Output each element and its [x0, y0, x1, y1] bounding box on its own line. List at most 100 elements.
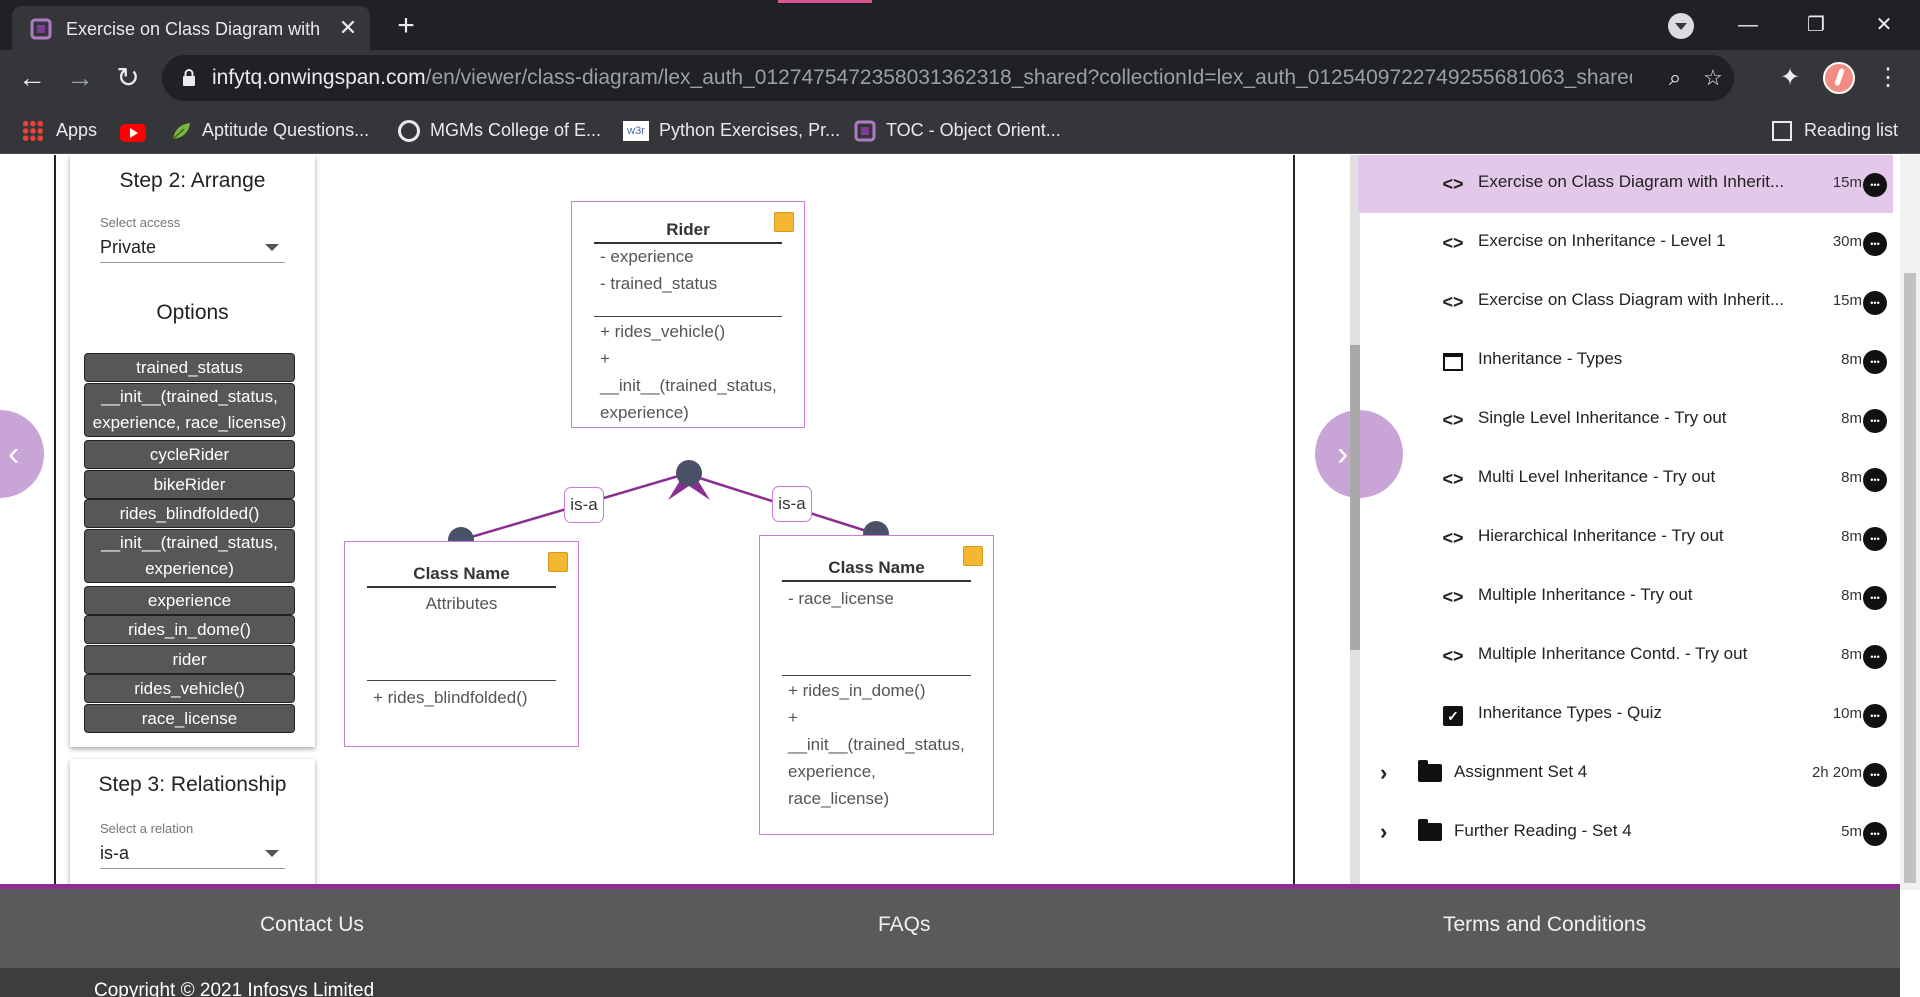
code-icon: <>: [1442, 528, 1464, 548]
bookmark-aptitude[interactable]: Aptitude Questions...: [170, 116, 369, 144]
copyright-bar: Copyright © 2021 Infosys Limited: [0, 968, 1900, 997]
course-folder[interactable]: › Further Reading - Set 4 5m: [1358, 804, 1893, 862]
browser-tab[interactable]: Exercise on Class Diagram with Inheritan…: [12, 6, 370, 50]
contact-us-link[interactable]: Contact Us: [260, 913, 364, 937]
class-name: Rider: [666, 220, 710, 239]
more-options-icon[interactable]: [1863, 350, 1887, 374]
more-options-icon[interactable]: [1863, 822, 1887, 846]
course-item-label: Multiple Inheritance Contd. - Try out: [1478, 644, 1748, 663]
method-line: __init__(trained_status,: [788, 735, 965, 754]
bookmark-label: Aptitude Questions...: [202, 120, 370, 140]
course-item-label: Multi Level Inheritance - Try out: [1478, 467, 1716, 486]
more-options-icon[interactable]: [1863, 645, 1887, 669]
reload-icon[interactable]: ↻: [110, 60, 146, 96]
more-options-icon[interactable]: [1863, 586, 1887, 610]
course-item-label: Assignment Set 4: [1454, 762, 1588, 781]
back-icon[interactable]: ←: [14, 60, 50, 96]
course-item[interactable]: <> Multi Level Inheritance - Try out 8m: [1358, 450, 1893, 508]
more-options-icon[interactable]: [1863, 291, 1887, 315]
url-text: infytq.onwingspan.com/en/viewer/class-di…: [212, 66, 1632, 90]
course-item[interactable]: Inheritance - Types 8m: [1358, 332, 1893, 390]
code-icon: <>: [1442, 646, 1464, 666]
class-divider: [782, 580, 971, 582]
browser-toolbar: ← → ↻ infytq.onwingspan.com/en/viewer/cl…: [0, 50, 1920, 106]
course-item[interactable]: <> Exercise on Inheritance - Level 1 30m: [1358, 214, 1893, 272]
more-options-icon[interactable]: [1863, 763, 1887, 787]
profile-avatar[interactable]: [1823, 62, 1855, 94]
more-options-icon[interactable]: [1863, 527, 1887, 551]
url-host: infytq.onwingspan.com: [212, 66, 426, 89]
attributes-placeholder: Attributes: [425, 594, 498, 613]
rider-class-box[interactable]: Rider - experience - trained_status + ri…: [571, 201, 805, 428]
course-item-duration: 2h 20m: [1811, 764, 1862, 781]
more-options-icon[interactable]: [1863, 468, 1887, 492]
chevron-right-icon[interactable]: ›: [1380, 760, 1400, 786]
tab-search-icon[interactable]: [1668, 13, 1694, 39]
right-class-box[interactable]: Class Name - race_license + rides_in_dom…: [759, 535, 994, 835]
bookmark-toc[interactable]: TOC - Object Orient...: [854, 116, 1061, 144]
course-item-duration: 8m: [1841, 351, 1862, 368]
course-item-duration: 15m: [1832, 292, 1862, 309]
method-line: __init__(trained_status,: [600, 376, 777, 395]
forward-icon[interactable]: →: [62, 60, 98, 96]
more-options-icon[interactable]: [1863, 232, 1887, 256]
method-line: + rides_in_dome(): [788, 681, 926, 700]
bookmark-youtube[interactable]: [120, 118, 146, 146]
w3schools-icon: w3r: [623, 121, 649, 142]
more-options-icon[interactable]: [1863, 409, 1887, 433]
zoom-icon[interactable]: ⌕: [1660, 63, 1690, 93]
terms-link[interactable]: Terms and Conditions: [1443, 913, 1646, 937]
tab-title: Exercise on Class Diagram with Inheritan…: [66, 19, 321, 39]
bookmark-python[interactable]: w3r Python Exercises, Pr...: [623, 116, 840, 144]
course-item[interactable]: <> Hierarchical Inheritance - Try out 8m: [1358, 509, 1893, 567]
chevron-right-icon[interactable]: ›: [1380, 819, 1400, 845]
class-divider: [367, 586, 556, 588]
reading-list-button[interactable]: Reading list: [1772, 116, 1898, 144]
relation-label-left[interactable]: is-a: [564, 487, 604, 523]
course-item[interactable]: <> Single Level Inheritance - Try out 8m: [1358, 391, 1893, 449]
code-icon: <>: [1442, 233, 1464, 253]
page-scrollbar-thumb[interactable]: [1904, 273, 1916, 883]
browser-menu-icon[interactable]: ⋮: [1870, 60, 1906, 96]
method-line: + rides_vehicle(): [600, 322, 726, 341]
course-item-duration: 8m: [1841, 587, 1862, 604]
page-scrollbar[interactable]: [1900, 155, 1920, 890]
more-options-icon[interactable]: [1863, 704, 1887, 728]
course-folder[interactable]: › Assignment Set 4 2h 20m: [1358, 745, 1893, 803]
class-name: Class Name: [413, 564, 510, 583]
extensions-puzzle-icon[interactable]: ✦: [1772, 60, 1808, 96]
relation-label-right[interactable]: is-a: [772, 486, 812, 522]
method-line: race_license): [788, 789, 890, 808]
course-item[interactable]: <> Exercise on Class Diagram with Inheri…: [1358, 273, 1893, 331]
course-item-active[interactable]: <> Exercise on Class Diagram with Inheri…: [1358, 155, 1893, 213]
method-line: experience): [600, 403, 689, 422]
bookmark-mgms[interactable]: MGMs College of E...: [398, 116, 601, 144]
course-item-duration: 5m: [1841, 823, 1862, 840]
main-content: Step 2: Arrange Select access Private Op…: [0, 155, 1920, 890]
course-item-label: Exercise on Inheritance - Level 1: [1478, 231, 1726, 250]
minimize-icon[interactable]: —: [1728, 8, 1768, 42]
code-icon: <>: [1442, 587, 1464, 607]
faqs-link[interactable]: FAQs: [878, 913, 931, 937]
address-bar[interactable]: infytq.onwingspan.com/en/viewer/class-di…: [162, 55, 1734, 101]
restore-icon[interactable]: ❐: [1796, 8, 1836, 42]
left-class-box[interactable]: Class Name Attributes + rides_blindfolde…: [344, 541, 579, 747]
code-icon: <>: [1442, 292, 1464, 312]
class-divider: [594, 242, 782, 244]
code-icon: <>: [1442, 469, 1464, 489]
close-window-icon[interactable]: ✕: [1864, 8, 1904, 42]
course-item[interactable]: <> Multiple Inheritance - Try out 8m: [1358, 568, 1893, 626]
method-line: + rides_blindfolded(): [373, 688, 528, 707]
bookmark-apps[interactable]: Apps: [22, 116, 97, 144]
new-tab-icon[interactable]: +: [390, 10, 422, 42]
course-item-label: Single Level Inheritance - Try out: [1478, 408, 1727, 427]
bookmark-star-icon[interactable]: ☆: [1698, 63, 1728, 93]
window-icon: [1440, 348, 1466, 374]
more-options-icon[interactable]: [1863, 173, 1887, 197]
method-line: +: [600, 349, 610, 368]
reading-list-label: Reading list: [1804, 120, 1899, 140]
close-tab-icon[interactable]: ✕: [334, 14, 362, 42]
code-icon: <>: [1442, 174, 1464, 194]
course-item[interactable]: ✓ Inheritance Types - Quiz 10m: [1358, 686, 1893, 744]
course-item[interactable]: <> Multiple Inheritance Contd. - Try out…: [1358, 627, 1893, 685]
